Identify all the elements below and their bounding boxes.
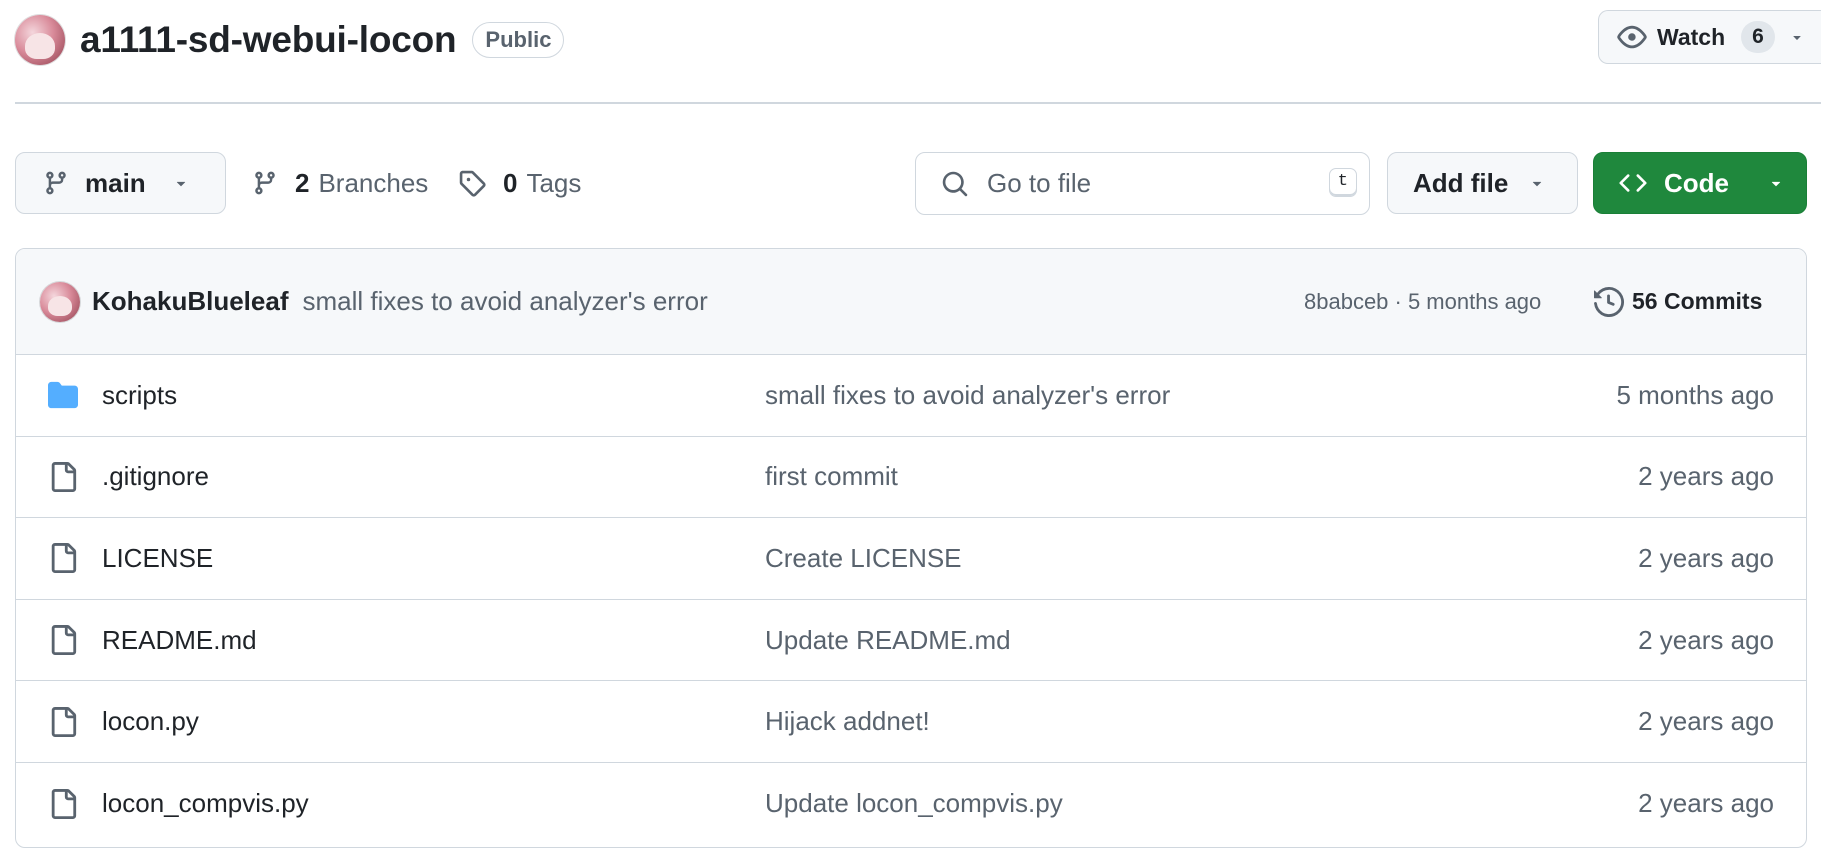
tag-icon — [458, 169, 486, 197]
file-icon — [48, 543, 78, 574]
file-last-commit[interactable]: Hijack addnet! — [765, 706, 930, 737]
git-branch-icon — [252, 170, 278, 196]
file-last-commit[interactable]: first commit — [765, 461, 898, 492]
commit-author[interactable]: KohakuBlueleaf — [92, 286, 289, 317]
branches-count: 2 — [295, 167, 310, 198]
visibility-badge: Public — [472, 22, 565, 58]
file-last-commit[interactable]: Update locon_compvis.py — [765, 788, 1063, 819]
search-icon — [941, 170, 969, 198]
file-row[interactable]: LICENSE Create LICENSE 2 years ago — [16, 518, 1806, 600]
branches-link[interactable]: 2 Branches — [252, 152, 428, 214]
repo-header: a1111-sd-webui-locon Public — [15, 12, 565, 68]
chevron-down-icon — [172, 174, 190, 192]
chevron-down-icon — [1528, 174, 1546, 192]
chevron-down-icon — [1767, 174, 1785, 192]
watch-button[interactable]: Watch 6 — [1598, 10, 1821, 64]
commit-hash-time[interactable]: 8babceb · 5 months ago — [1304, 289, 1541, 315]
branches-label: Branches — [318, 167, 429, 198]
file-icon — [48, 706, 78, 737]
file-name[interactable]: scripts — [102, 380, 177, 411]
tags-label: Tags — [526, 167, 582, 198]
code-label: Code — [1664, 167, 1729, 198]
keyboard-shortcut-hint: t — [1328, 168, 1357, 197]
tags-count: 0 — [503, 167, 518, 198]
file-row[interactable]: locon_compvis.py Update locon_compvis.py 2… — [16, 763, 1806, 845]
file-name[interactable]: README.md — [102, 625, 257, 656]
file-icon — [48, 625, 78, 656]
add-file-button[interactable]: Add file — [1387, 152, 1578, 214]
file-name[interactable]: LICENSE — [102, 543, 213, 574]
commit-author-avatar[interactable] — [40, 281, 80, 322]
folder-icon — [48, 380, 78, 410]
file-last-updated: 2 years ago — [1638, 542, 1774, 573]
file-name[interactable]: locon_compvis.py — [102, 788, 309, 819]
latest-commit-bar: KohakuBlueleaf small fixes to avoid anal… — [16, 249, 1806, 355]
add-file-label: Add file — [1413, 167, 1509, 198]
file-last-commit[interactable]: Create LICENSE — [765, 543, 962, 574]
file-row[interactable]: README.md Update README.md 2 years ago — [16, 600, 1806, 682]
file-row[interactable]: .gitignore first commit 2 years ago — [16, 437, 1806, 519]
repo-name[interactable]: a1111-sd-webui-locon — [80, 19, 457, 61]
eye-icon — [1617, 22, 1647, 52]
owner-avatar[interactable] — [15, 15, 65, 65]
branch-name: main — [85, 167, 146, 198]
file-icon — [48, 788, 78, 819]
git-branch-icon — [43, 170, 69, 196]
code-button[interactable]: Code — [1593, 152, 1807, 214]
file-last-updated: 5 months ago — [1616, 379, 1774, 410]
chevron-down-icon[interactable] — [1789, 29, 1805, 45]
file-row[interactable]: locon.py Hijack addnet! 2 years ago — [16, 681, 1806, 763]
header-divider — [15, 102, 1821, 104]
search-input[interactable] — [985, 167, 1309, 200]
go-to-file-search[interactable]: t — [915, 152, 1370, 215]
watch-count: 6 — [1741, 21, 1775, 53]
tags-link[interactable]: 0 Tags — [458, 152, 581, 214]
file-name[interactable]: locon.py — [102, 706, 199, 737]
code-icon — [1619, 169, 1647, 197]
file-last-updated: 2 years ago — [1638, 624, 1774, 655]
file-browser: KohakuBlueleaf small fixes to avoid anal… — [15, 248, 1807, 848]
commit-message[interactable]: small fixes to avoid analyzer's error — [303, 286, 708, 317]
branch-selector[interactable]: main — [15, 152, 226, 214]
history-icon — [1594, 286, 1624, 317]
file-icon — [48, 461, 78, 492]
file-last-updated: 2 years ago — [1638, 461, 1774, 492]
commits-count: 56 Commits — [1632, 288, 1763, 314]
file-row[interactable]: scripts small fixes to avoid analyzer's e… — [16, 355, 1806, 437]
file-last-commit[interactable]: Update README.md — [765, 625, 1011, 656]
file-name[interactable]: .gitignore — [102, 461, 209, 492]
file-last-updated: 2 years ago — [1638, 788, 1774, 819]
watch-label: Watch — [1657, 23, 1726, 50]
file-list: scripts small fixes to avoid analyzer's e… — [16, 355, 1806, 845]
file-last-updated: 2 years ago — [1638, 706, 1774, 737]
commits-history-link[interactable]: 56 Commits — [1594, 286, 1763, 317]
file-last-commit[interactable]: small fixes to avoid analyzer's error — [765, 380, 1170, 411]
